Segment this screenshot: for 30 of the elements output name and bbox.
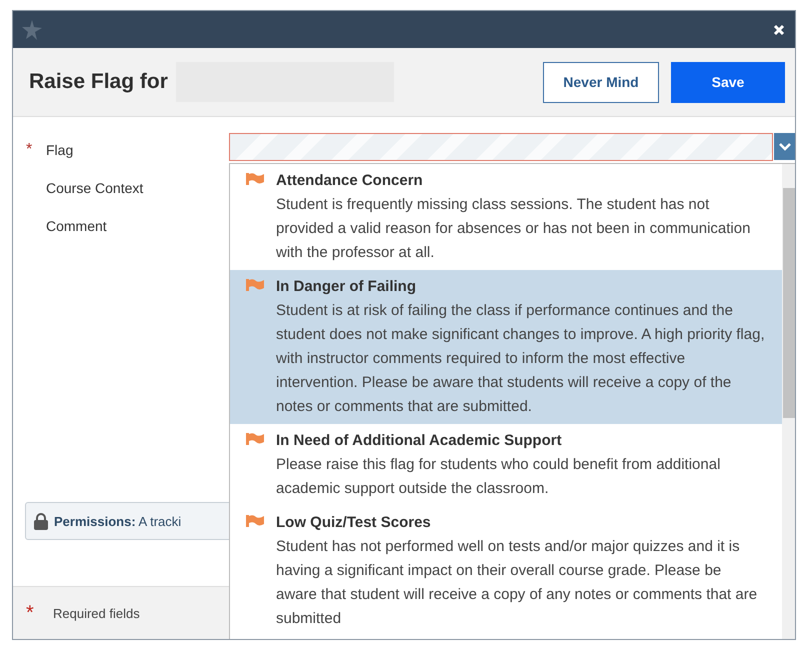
lock-icon: [34, 512, 48, 530]
field-label: Flag: [46, 142, 74, 158]
option-description: Student is frequently missing class sessions. The student has not provided a valid reason for absences or has not been in communication with the professor at all.: [276, 195, 752, 263]
save-button[interactable]: Save: [671, 62, 785, 102]
flag-icon: [246, 433, 264, 445]
flag-icon: [246, 279, 264, 291]
cancel-button[interactable]: Never Mind: [543, 62, 659, 102]
required-fields-note: Required fields: [53, 606, 140, 620]
option-title: In Danger of Failing: [276, 277, 418, 297]
flag-icon: [246, 515, 264, 527]
required-asterisk: *: [26, 602, 35, 624]
star-logo-icon: [21, 18, 43, 40]
field-label: Course Context: [46, 180, 144, 196]
flag-option[interactable]: [230, 270, 782, 424]
option-title: In Need of Additional Academic Support: [276, 431, 563, 451]
dialog-title: Raise Flag for: [29, 70, 168, 94]
permissions-text: Permissions: A tracki: [54, 514, 182, 528]
option-description: Student is at risk of failing the class if performance continues and the student does not make significant changes to improve. A high priority flag, with instructor comments required to inform the most effective intervention. Please be aware that students will receive a copy of the notes or comments that are submitted.: [276, 301, 766, 417]
flag-icon: [246, 173, 264, 185]
flag-option[interactable]: In Need of Additional Academic Support Please raise this flag for students who could benefit from additional academic support outside the classroom.: [230, 424, 782, 506]
dropdown-chevron-icon[interactable]: [774, 133, 795, 160]
option-title: Attendance Concern: [276, 171, 424, 191]
field-label: Comment: [46, 218, 107, 234]
option-title: Low Quiz/Test Scores: [276, 513, 432, 533]
option-description: Student has not performed well on tests and/or major quizzes and it is having a significant impact on their overall course grade. Please be aware that student will receive a copy of any notes or comments that are submitted: [276, 537, 758, 629]
option-description: Please raise this flag for students who could benefit from additional academic support outside the classroom.: [276, 455, 722, 499]
flag-option[interactable]: Attendance Concern Student is frequently missing class sessions. The student has not provided a valid reason for absences or has not been in communication with the professor at all.: [230, 164, 782, 270]
flag-select[interactable]: [229, 133, 795, 161]
required-asterisk: *: [26, 141, 34, 159]
scrollbar[interactable]: [782, 164, 795, 639]
